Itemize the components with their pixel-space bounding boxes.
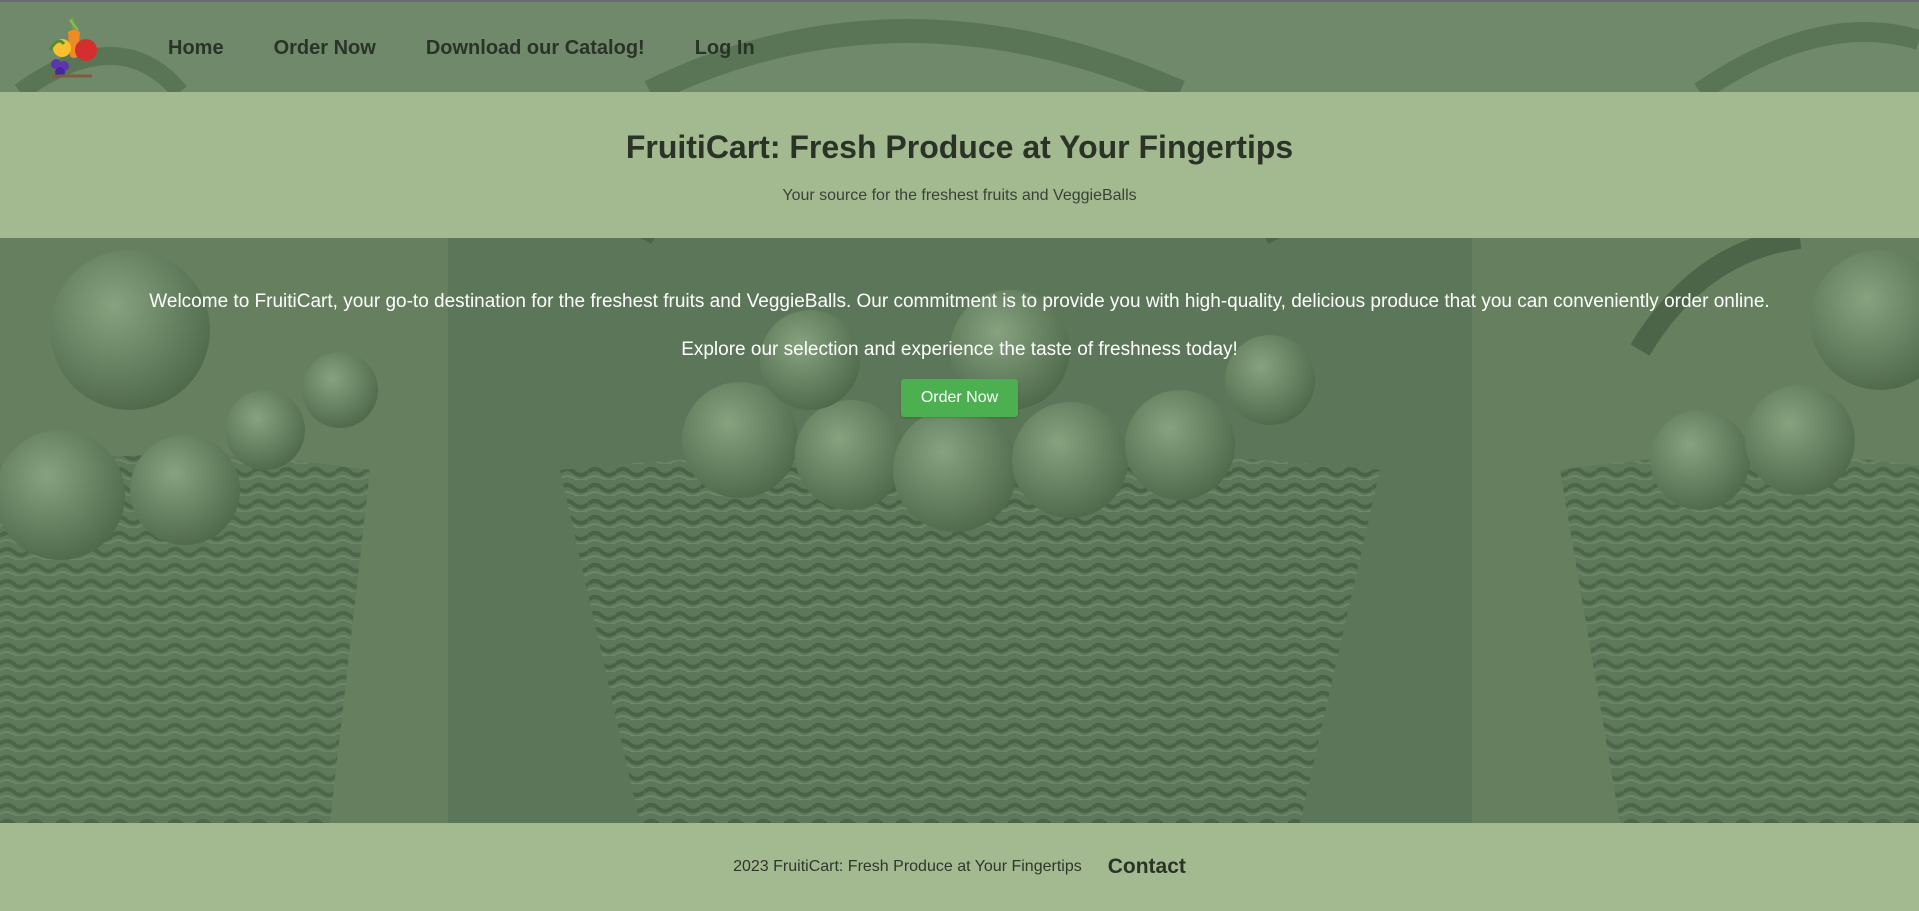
footer-contact-link[interactable]: Contact [1108,855,1186,879]
page-subtitle: Your source for the freshest fruits and … [782,187,1137,204]
footer-copyright: 2023 FruitiCart: Fresh Produce at Your F… [733,858,1082,875]
page-title: FruitiCart: Fresh Produce at Your Finger… [625,129,1294,165]
explore-text: Explore our selection and experience the… [681,339,1238,360]
hero-section: Welcome to FruitiCart, your go-to destin… [0,238,1919,823]
nav-home-link[interactable]: Home [168,36,224,60]
page-header: FruitiCart: Fresh Produce at Your Finger… [0,92,1919,238]
nav-download-catalog-link[interactable]: Download our Catalog! [426,36,645,60]
page-footer: 2023 FruitiCart: Fresh Produce at Your F… [0,823,1919,911]
nav-links: Home Order Now Download our Catalog! Log… [168,36,805,60]
top-navbar: Home Order Now Download our Catalog! Log… [0,0,1919,92]
fruit-basket-logo-icon[interactable] [42,16,104,80]
nav-log-in-link[interactable]: Log In [695,36,755,60]
order-now-button[interactable]: Order Now [900,379,1019,417]
welcome-text: Welcome to FruitiCart, your go-to destin… [149,291,1770,312]
nav-order-now-link[interactable]: Order Now [274,36,376,60]
